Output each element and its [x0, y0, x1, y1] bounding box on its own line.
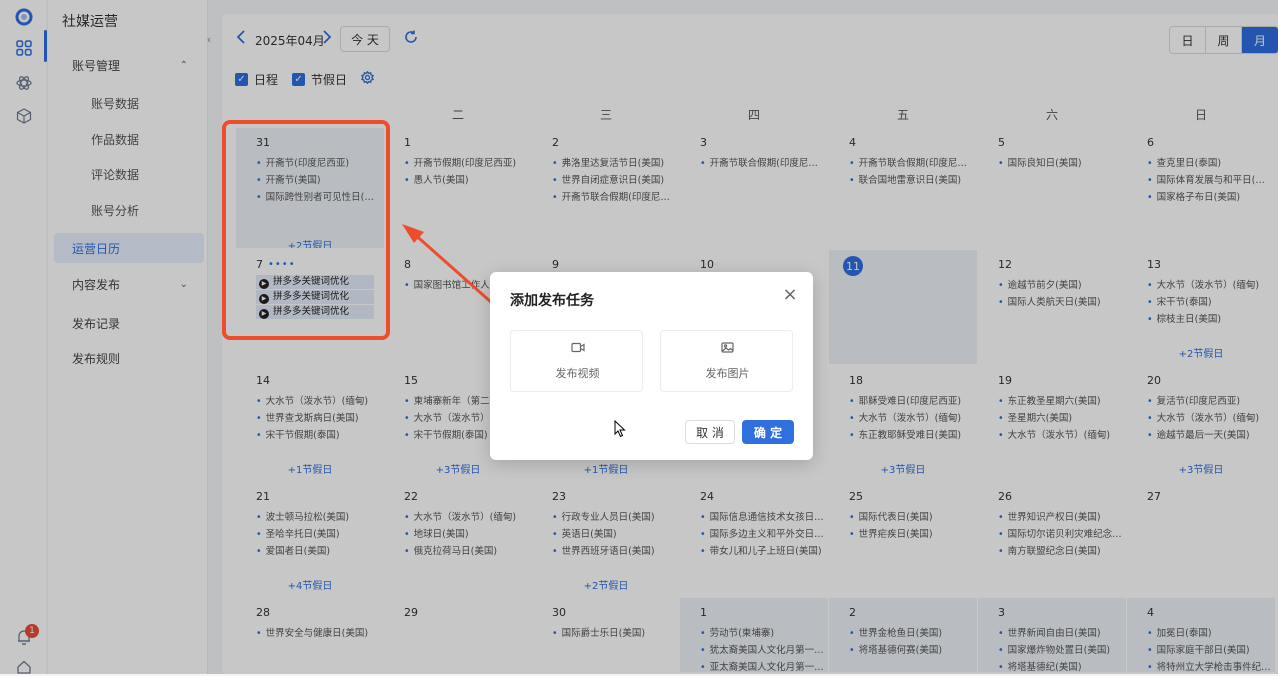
video-icon [511, 342, 644, 356]
mouse-cursor-icon [614, 420, 626, 438]
dialog-title: 添加发布任务 [510, 293, 594, 309]
cancel-button[interactable]: 取 消 [685, 420, 735, 444]
confirm-button[interactable]: 确 定 [742, 420, 794, 444]
add-publish-task-dialog: 添加发布任务 × 发布视频 发布图片 取 消 确 定 [490, 272, 813, 460]
publish-video-label: 发布视频 [555, 367, 600, 380]
image-icon [661, 342, 794, 356]
publish-image-label: 发布图片 [705, 367, 750, 380]
close-icon[interactable]: × [781, 286, 799, 304]
publish-image-option[interactable]: 发布图片 [660, 330, 793, 392]
publish-video-option[interactable]: 发布视频 [510, 330, 643, 392]
